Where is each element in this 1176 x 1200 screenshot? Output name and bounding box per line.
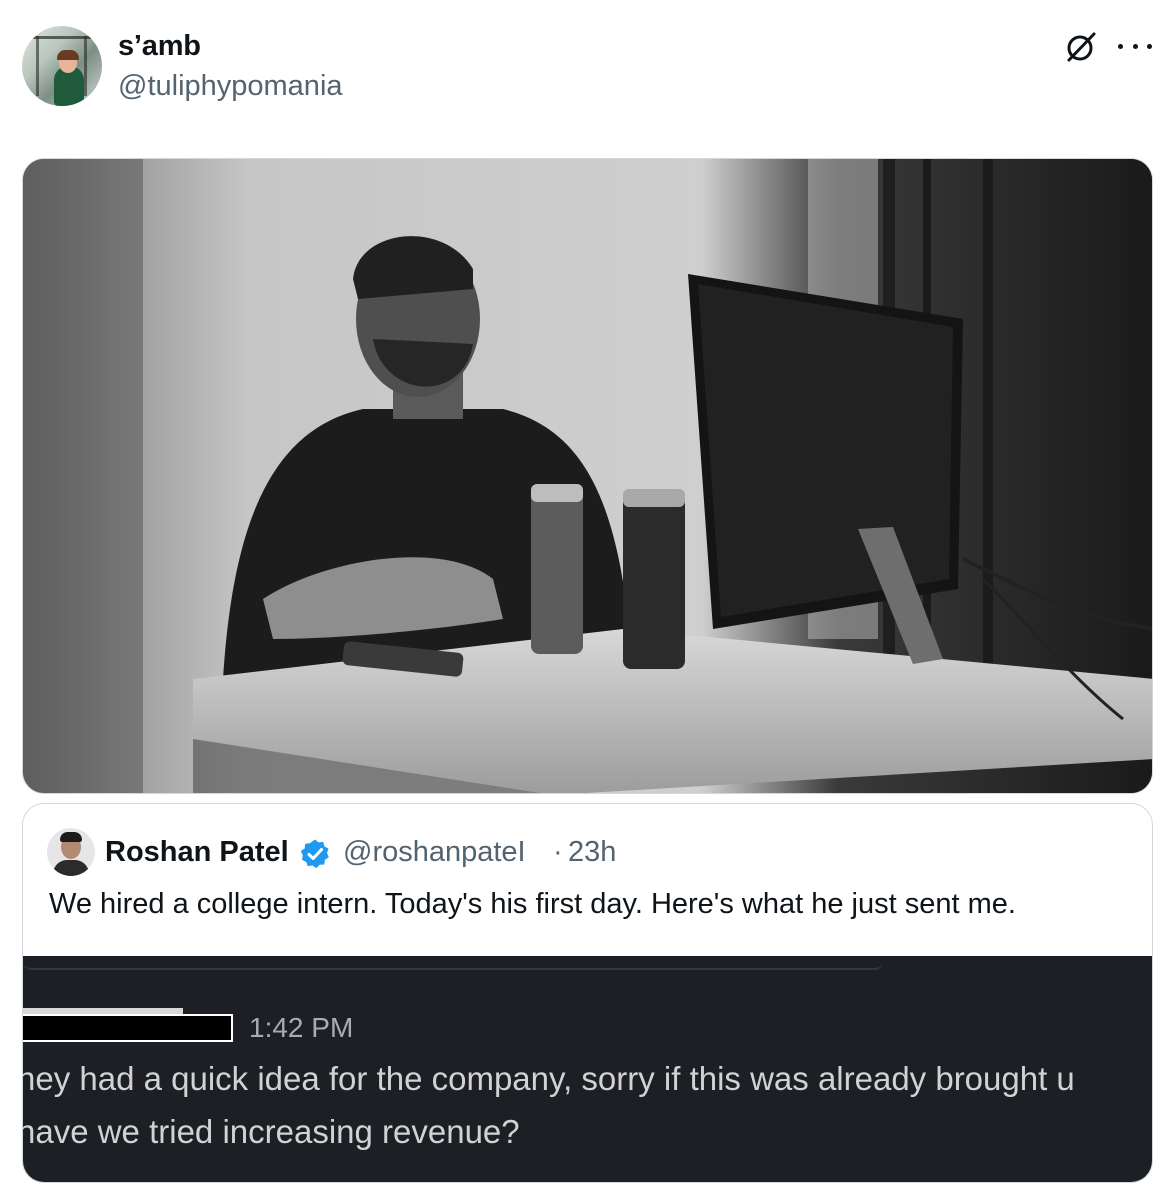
quoted-post-image[interactable]: 1:42 PM hey had a quick idea for the com…	[23, 956, 1152, 1182]
more-dot	[1132, 43, 1138, 49]
quoted-author-handle[interactable]: @roshanpateI	[343, 836, 526, 869]
quoted-author-avatar[interactable]	[47, 828, 95, 876]
screenshot-divider	[23, 956, 883, 970]
message-timestamp: 1:42 PM	[249, 1012, 354, 1043]
post-photo[interactable]	[22, 158, 1153, 794]
avatar-post-detail	[36, 36, 39, 96]
quoted-post[interactable]: Roshan Patel @roshanpateI · 23h We hired…	[22, 803, 1153, 1183]
message-line-2: have we tried increasing revenue?	[23, 1113, 520, 1150]
avatar-post-detail	[84, 36, 87, 96]
grok-icon[interactable]	[1064, 30, 1098, 64]
photo-scene	[23, 159, 1152, 793]
quoted-avatar-hair	[60, 832, 82, 842]
quoted-author-name[interactable]: Roshan Patel	[105, 836, 289, 869]
more-icon[interactable]	[1118, 40, 1152, 52]
message-line-1: hey had a quick idea for the company, so…	[23, 1060, 1075, 1097]
more-dot	[1118, 43, 1123, 49]
author-avatar[interactable]	[22, 26, 102, 106]
author-display-name[interactable]: s’amb	[118, 30, 201, 63]
quoted-post-text: We hired a college intern. Today's his f…	[49, 888, 1016, 920]
more-dot	[1147, 43, 1152, 49]
avatar-rail-detail	[22, 36, 102, 39]
meta-separator: ·	[553, 836, 563, 868]
avatar-hair	[57, 50, 79, 60]
quoted-avatar-body	[53, 860, 89, 876]
redacted-sender-name	[23, 1014, 233, 1042]
verified-badge-icon	[300, 839, 329, 869]
quoted-post-time[interactable]: 23h	[568, 836, 616, 869]
author-handle[interactable]: @tuliphypomania	[118, 70, 343, 103]
